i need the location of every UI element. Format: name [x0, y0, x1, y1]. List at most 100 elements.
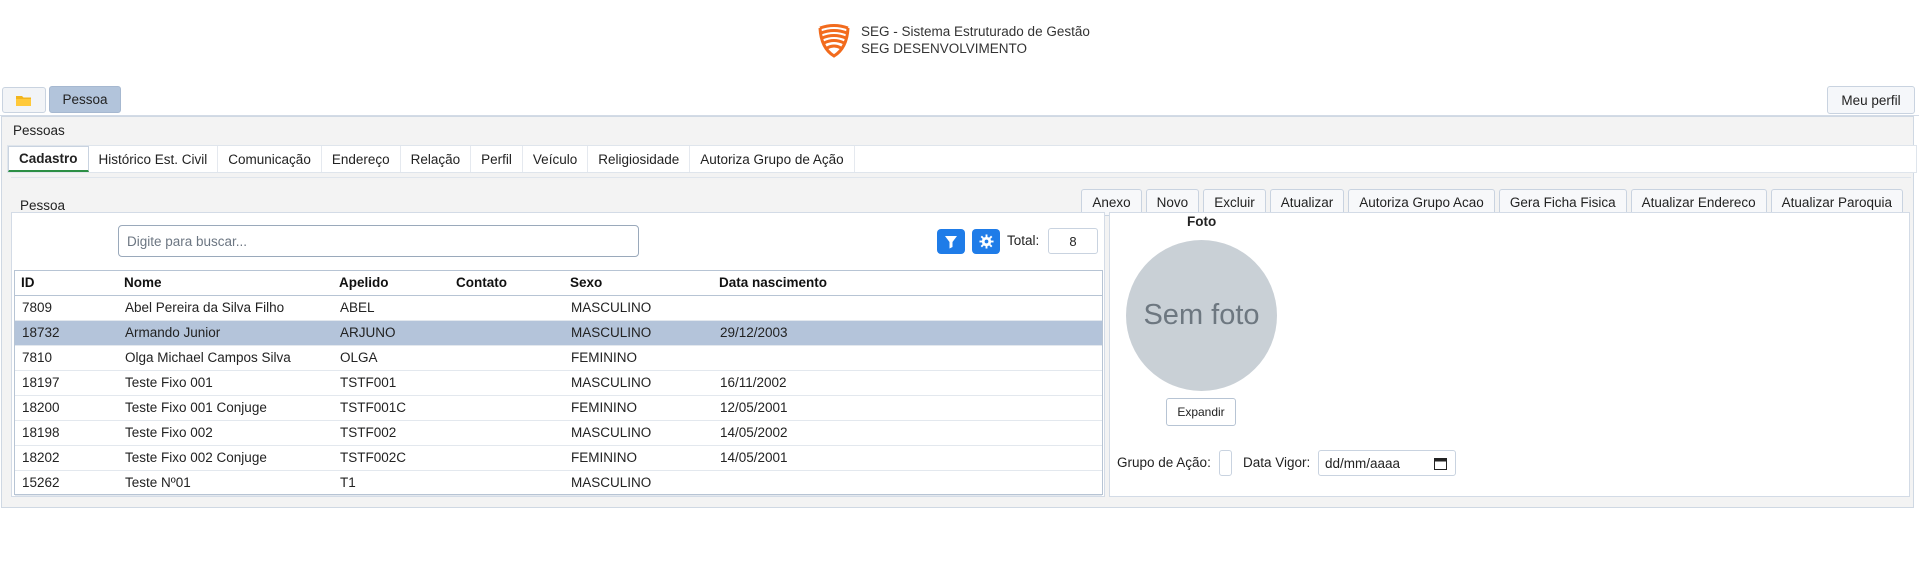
cell-id: 18202	[15, 445, 118, 471]
cell-nome: Armando Junior	[118, 320, 333, 346]
expand-photo-button[interactable]: Expandir	[1166, 398, 1236, 426]
tab-comunicacao[interactable]: Comunicação	[218, 146, 322, 172]
table-row[interactable]: 18202 Teste Fixo 002 Conjuge TSTF002C FE…	[15, 445, 1102, 471]
app-header: SEG - Sistema Estruturado de Gestão SEG …	[817, 22, 1090, 58]
cell-apelido: TSTF001C	[333, 395, 450, 421]
pessoas-table: ID Nome Apelido Contato Sexo Data nascim…	[14, 270, 1103, 496]
table-row[interactable]: 7809 Abel Pereira da Silva Filho ABEL MA…	[15, 295, 1102, 321]
cell-data-nascimento: 14/05/2001	[713, 445, 1102, 471]
cell-contato	[450, 370, 564, 396]
cell-sexo: MASCULINO	[564, 370, 713, 396]
cell-apelido: ABEL	[333, 295, 450, 321]
cell-id: 18200	[15, 395, 118, 421]
cell-nome: Teste Fixo 002 Conjuge	[118, 445, 333, 471]
cell-sexo: FEMININO	[564, 395, 713, 421]
table-row[interactable]: 18197 Teste Fixo 001 TSTF001 MASCULINO 1…	[15, 370, 1102, 396]
cell-id: 7810	[15, 345, 118, 371]
cell-contato	[450, 295, 564, 321]
cell-id: 18198	[15, 420, 118, 446]
column-header-nome[interactable]: Nome	[118, 271, 333, 296]
grupo-acao-field[interactable]	[1219, 450, 1232, 476]
tab-autoriza-grupo-acao[interactable]: Autoriza Grupo de Ação	[690, 146, 855, 172]
column-header-apelido[interactable]: Apelido	[333, 271, 450, 296]
folder-tab[interactable]	[2, 87, 46, 113]
photo-label: Foto	[1187, 214, 1217, 229]
cell-data-nascimento: 14/05/2002	[713, 420, 1102, 446]
data-vigor-field[interactable]: dd/mm/aaaa	[1318, 450, 1456, 476]
cell-contato	[450, 345, 564, 371]
filter-button[interactable]	[937, 229, 965, 254]
app-title: SEG - Sistema Estruturado de Gestão	[861, 24, 1090, 39]
table-row[interactable]: 7810 Olga Michael Campos Silva OLGA FEMI…	[15, 345, 1102, 371]
column-header-contato[interactable]: Contato	[450, 271, 564, 296]
cell-data-nascimento	[713, 295, 1102, 321]
cell-contato	[450, 470, 564, 496]
avatar: Sem foto	[1126, 240, 1277, 391]
cell-sexo: FEMININO	[564, 345, 713, 371]
seg-logo-icon	[818, 24, 850, 58]
cell-id: 18197	[15, 370, 118, 396]
cell-apelido: TSTF002	[333, 420, 450, 446]
cell-contato	[450, 420, 564, 446]
frame-title: Pessoas	[13, 123, 65, 138]
total-count: 8	[1048, 228, 1098, 254]
tab-pessoa[interactable]: Pessoa	[49, 86, 121, 113]
cell-apelido: OLGA	[333, 345, 450, 371]
cell-id: 15262	[15, 470, 118, 496]
cell-contato	[450, 320, 564, 346]
app-environment: SEG DESENVOLVIMENTO	[861, 41, 1028, 56]
tab-veiculo[interactable]: Veículo	[523, 146, 589, 172]
cell-nome: Teste Fixo 001 Conjuge	[118, 395, 333, 421]
cell-apelido: TSTF001	[333, 370, 450, 396]
cell-sexo: MASCULINO	[564, 295, 713, 321]
cell-data-nascimento: 29/12/2003	[713, 320, 1102, 346]
cell-nome: Teste Fixo 001	[118, 370, 333, 396]
search-input[interactable]	[118, 225, 639, 257]
table-header: ID Nome Apelido Contato Sexo Data nascim…	[15, 271, 1102, 296]
cell-data-nascimento: 12/05/2001	[713, 395, 1102, 421]
calendar-icon[interactable]	[1434, 457, 1447, 470]
cell-data-nascimento	[713, 345, 1102, 371]
tab-perfil[interactable]: Perfil	[471, 146, 523, 172]
cell-contato	[450, 395, 564, 421]
cell-data-nascimento: 16/11/2002	[713, 370, 1102, 396]
table-row[interactable]: 18732 Armando Junior ARJUNO MASCULINO 29…	[15, 320, 1102, 346]
tab-religiosidade[interactable]: Religiosidade	[588, 146, 691, 172]
tab-cadastro[interactable]: Cadastro	[8, 146, 89, 172]
cell-contato	[450, 445, 564, 471]
grupo-acao-label: Grupo de Ação:	[1117, 455, 1211, 470]
cell-nome: Teste Nº01	[118, 470, 333, 496]
data-vigor-value: dd/mm/aaaa	[1325, 455, 1401, 471]
cell-id: 7809	[15, 295, 118, 321]
cell-sexo: MASCULINO	[564, 320, 713, 346]
cell-apelido: ARJUNO	[333, 320, 450, 346]
data-vigor-label: Data Vigor:	[1243, 455, 1311, 470]
filter-icon	[945, 235, 957, 248]
table-row[interactable]: 15262 Teste Nº01 T1 MASCULINO	[15, 470, 1102, 496]
tab-historico-est-civil[interactable]: Histórico Est. Civil	[89, 146, 219, 172]
cell-nome: Olga Michael Campos Silva	[118, 345, 333, 371]
cell-sexo: MASCULINO	[564, 420, 713, 446]
column-header-data-nascimento[interactable]: Data nascimento	[713, 271, 1102, 296]
tab-endereco[interactable]: Endereço	[322, 146, 401, 172]
subtab-bar: Cadastro Histórico Est. Civil Comunicaçã…	[7, 145, 1917, 173]
profile-button[interactable]: Meu perfil	[1827, 86, 1915, 114]
cell-nome: Teste Fixo 002	[118, 420, 333, 446]
total-label: Total:	[1007, 233, 1040, 248]
settings-button[interactable]	[972, 229, 1000, 254]
cell-nome: Abel Pereira da Silva Filho	[118, 295, 333, 321]
tab-relacao[interactable]: Relação	[401, 146, 472, 172]
cell-data-nascimento	[713, 470, 1102, 496]
column-header-id[interactable]: ID	[15, 271, 118, 296]
table-row[interactable]: 18200 Teste Fixo 001 Conjuge TSTF001C FE…	[15, 395, 1102, 421]
column-header-sexo[interactable]: Sexo	[564, 271, 713, 296]
table-row[interactable]: 18198 Teste Fixo 002 TSTF002 MASCULINO 1…	[15, 420, 1102, 446]
top-tabbar: Pessoa Meu perfil	[1, 86, 1915, 114]
cell-sexo: FEMININO	[564, 445, 713, 471]
cell-apelido: T1	[333, 470, 450, 496]
cell-id: 18732	[15, 320, 118, 346]
folder-icon	[16, 95, 31, 106]
cell-apelido: TSTF002C	[333, 445, 450, 471]
gear-icon	[978, 234, 994, 249]
panel-title: Pessoa	[20, 198, 66, 213]
